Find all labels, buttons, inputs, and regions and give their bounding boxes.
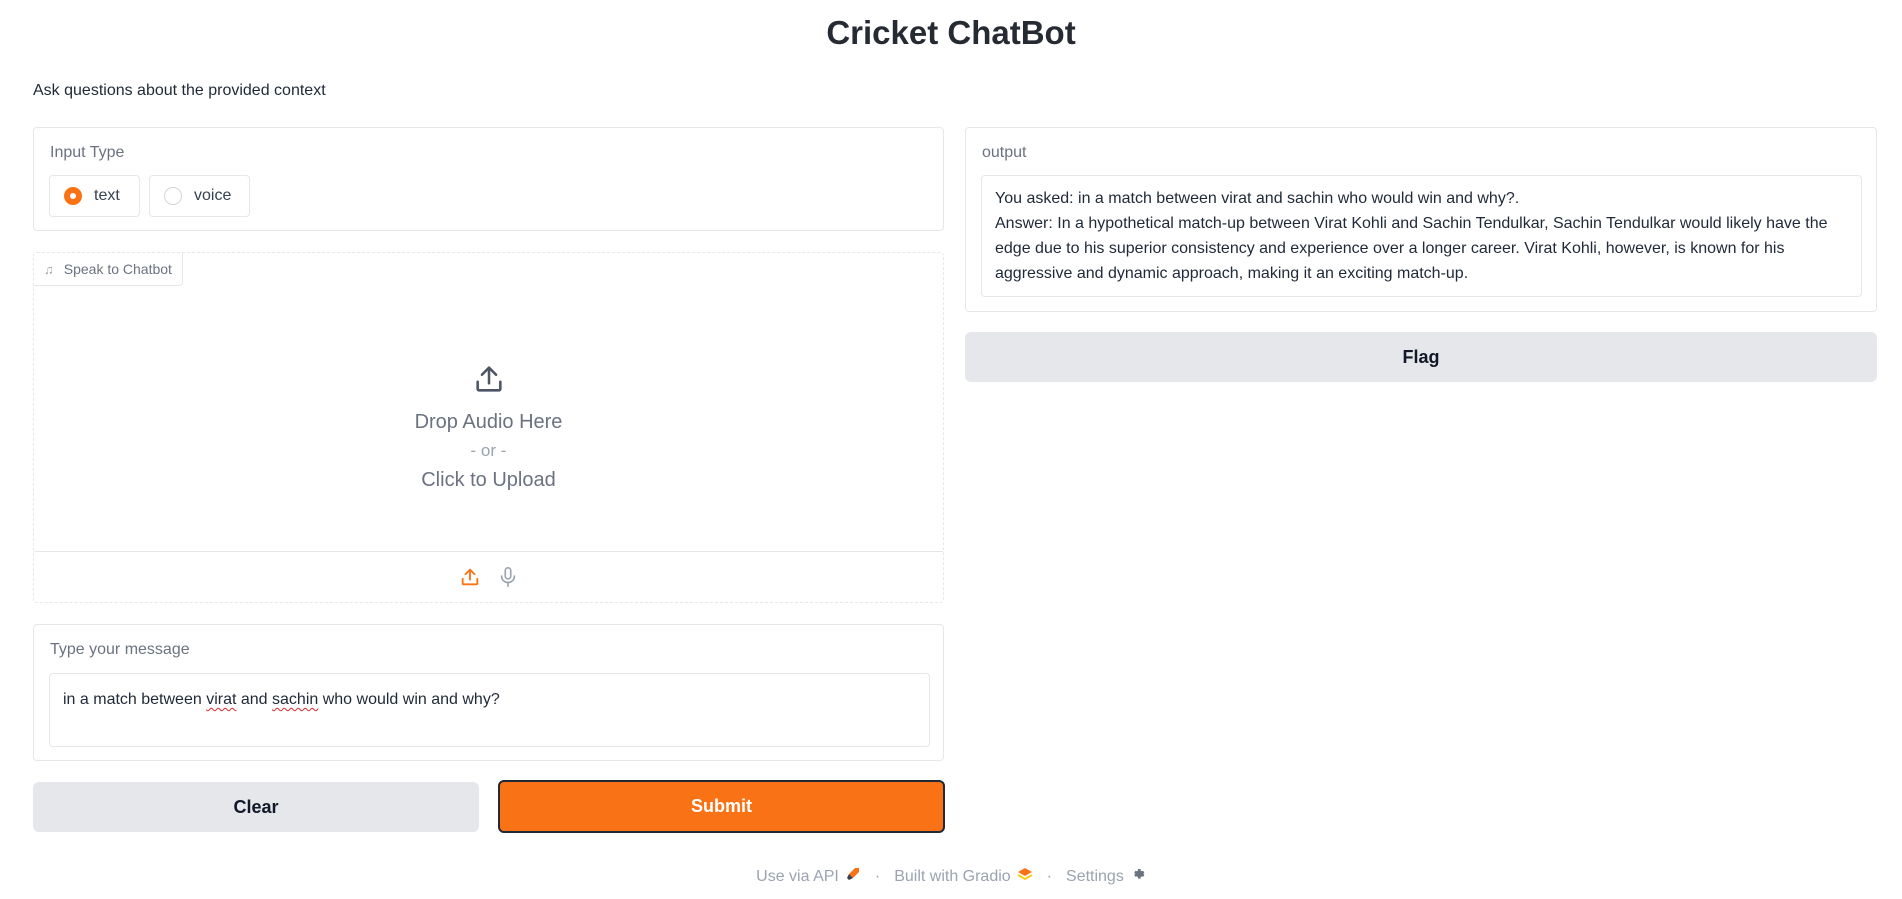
radio-label-text: text [94,187,120,204]
settings-link[interactable]: Settings [1066,866,1146,887]
radio-dot-unselected[interactable] [164,187,182,205]
message-label: Type your message [50,641,190,658]
click-to-upload-text: Click to Upload [421,468,556,491]
message-input[interactable]: in a match between virat and sachin who … [49,673,930,747]
misspelled-word: virat [206,691,237,708]
radio-option-text[interactable]: text [49,175,140,217]
input-type-label: Input Type [50,144,125,161]
input-type-panel: Input Type text voice [33,127,944,231]
rocket-icon [845,866,861,887]
use-via-api-text: Use via API [756,867,839,885]
gradio-logo-icon [1017,866,1033,887]
audio-drop-zone[interactable]: Drop Audio Here - or - Click to Upload [34,293,943,563]
or-separator-text: - or - [470,440,507,460]
output-textbox[interactable]: You asked: in a match between virat and … [981,175,1862,297]
footer-separator: · [874,867,881,885]
audio-input-panel: ♫ Speak to Chatbot Drop Audio Here - or … [33,252,944,603]
output-panel: output You asked: in a match between vir… [965,127,1877,312]
clear-button[interactable]: Clear [33,782,479,832]
submit-button[interactable]: Submit [498,780,945,833]
use-via-api-link[interactable]: Use via API [756,866,861,887]
footer-separator: · [1046,867,1053,885]
output-label: output [982,144,1027,161]
audio-label-badge: ♫ Speak to Chatbot [34,253,183,286]
message-text-part: who would win and why? [318,691,500,708]
radio-label-voice: voice [194,187,232,204]
upload-source-icon[interactable] [457,564,483,590]
page-description: Ask questions about the provided context [33,82,326,99]
flag-button[interactable]: Flag [965,332,1877,382]
gear-icon [1130,866,1146,887]
drop-audio-text: Drop Audio Here [414,410,563,433]
output-answer-text: Answer: In a hypothetical match-up betwe… [995,215,1828,282]
radio-option-voice[interactable]: voice [149,175,250,217]
page-title: Cricket ChatBot [826,14,1076,51]
upload-icon [472,362,506,401]
built-with-gradio-link[interactable]: Built with Gradio [894,866,1033,887]
microphone-icon[interactable] [495,564,521,590]
output-question-line: You asked: in a match between virat and … [995,190,1520,207]
audio-label: Speak to Chatbot [63,261,172,277]
audio-source-selector [34,551,943,602]
settings-text: Settings [1066,867,1124,885]
misspelled-word: sachin [272,691,319,708]
message-text-part: and [236,691,273,708]
message-text-part: in a match between [63,691,207,708]
footer: Use via API · Built with Gradio · Settin… [0,866,1902,887]
radio-dot-selected[interactable] [64,187,82,205]
built-with-gradio-text: Built with Gradio [894,867,1011,885]
music-note-icon: ♫ [44,261,54,277]
message-panel: Type your message in a match between vir… [33,624,944,761]
